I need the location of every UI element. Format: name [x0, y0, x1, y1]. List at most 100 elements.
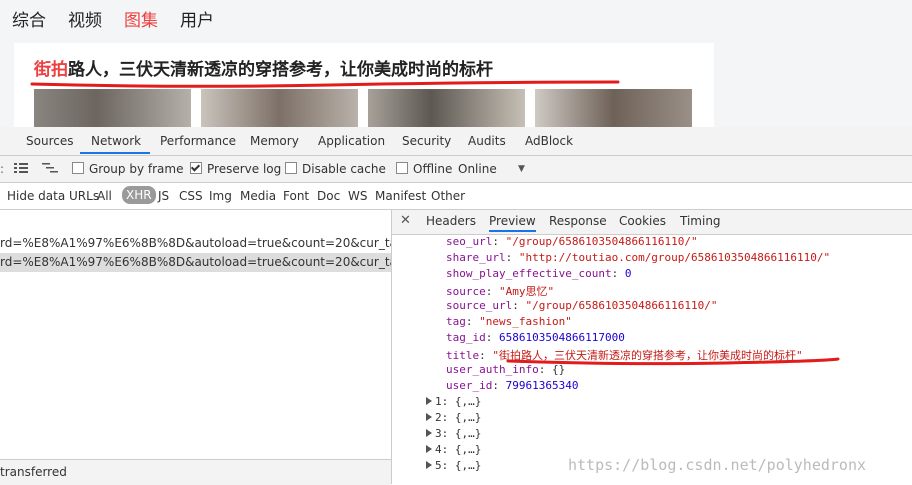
request-details: ✕ Headers Preview Response Cookies Timin…: [392, 210, 912, 484]
expand-triangle-icon[interactable]: [426, 413, 432, 421]
json-key: title: [446, 349, 480, 362]
filter-css[interactable]: CSS: [179, 189, 203, 203]
filter-font[interactable]: Font: [283, 189, 309, 203]
gallery-card[interactable]: 街拍路人，三伏天清新透凉的穿搭参考，让你美成时尚的标杆: [14, 43, 714, 127]
request-list: rd=%E8%A1%97%E6%8B%8D&autoload=true&coun…: [0, 210, 392, 485]
disable-cache-checkbox[interactable]: [285, 162, 297, 174]
filter-other[interactable]: Other: [431, 189, 465, 203]
json-key: seo_url: [446, 235, 493, 248]
site-nav: 综合 视频 图集 用户: [12, 6, 214, 31]
json-key: source_url: [446, 299, 513, 312]
filter-manifest[interactable]: Manifest: [375, 189, 426, 203]
tab-audits[interactable]: Audits: [468, 134, 506, 148]
json-collapsed-item[interactable]: 5: {,…}: [426, 459, 481, 472]
thumbnail-image[interactable]: [535, 89, 692, 127]
preserve-log-label: Preserve log: [207, 162, 282, 176]
json-property[interactable]: source: "Amy思忆": [446, 283, 554, 299]
tab-cookies[interactable]: Cookies: [619, 214, 666, 228]
tab-memory[interactable]: Memory: [250, 134, 299, 148]
tab-sources[interactable]: Sources: [26, 134, 73, 148]
expand-triangle-icon[interactable]: [426, 445, 432, 453]
tab-network[interactable]: Network: [91, 134, 141, 148]
tab-application[interactable]: Application: [318, 134, 385, 148]
hide-data-urls-toggle[interactable]: Hide data URLs: [7, 189, 99, 203]
json-value: "/group/6586103504866116110/": [525, 299, 718, 312]
json-key: show_play_effective_count: [446, 267, 612, 280]
request-row[interactable]: rd=%E8%A1%97%E6%8B%8D&autoload=true&coun…: [0, 234, 391, 253]
json-property[interactable]: tag: "news_fashion": [446, 315, 572, 328]
offline-toggle[interactable]: Offline: [396, 162, 452, 176]
json-item-label: 1: {,…}: [435, 395, 482, 408]
offline-checkbox[interactable]: [396, 162, 408, 174]
filter-js[interactable]: JS: [158, 189, 169, 203]
nav-item-all[interactable]: 综合: [12, 6, 46, 31]
request-row[interactable]: rd=%E8%A1%97%E6%8B%8D&autoload=true&coun…: [0, 253, 391, 272]
json-property[interactable]: share_url: "http://toutiao.com/group/658…: [446, 251, 830, 264]
json-item-label: 2: {,…}: [435, 411, 482, 424]
json-value: "http://toutiao.com/group/65861035048661…: [518, 251, 831, 264]
filter-media[interactable]: Media: [240, 189, 276, 203]
json-property[interactable]: user_id: 79961365340: [446, 379, 578, 392]
json-collapsed-item[interactable]: 4: {,…}: [426, 443, 481, 456]
disable-cache-toggle[interactable]: Disable cache: [285, 162, 386, 176]
json-key: user_id: [446, 379, 493, 392]
tab-response[interactable]: Response: [549, 214, 607, 228]
status-bar: transferred: [0, 459, 391, 485]
preserve-log-toggle[interactable]: Preserve log: [190, 162, 281, 176]
disable-cache-label: Disable cache: [302, 162, 386, 176]
thumbnail-image[interactable]: [34, 89, 191, 127]
watermark-text: https://blog.csdn.net/polyhedronx: [568, 456, 867, 474]
filter-doc[interactable]: Doc: [317, 189, 340, 203]
offline-label: Offline: [413, 162, 453, 176]
tab-adblock[interactable]: AdBlock: [525, 134, 573, 148]
json-key: share_url: [446, 251, 506, 264]
json-key: tag: [446, 315, 466, 328]
group-by-frame-checkbox[interactable]: [72, 162, 84, 174]
json-value: 0: [624, 267, 632, 280]
json-key: tag_id: [446, 331, 486, 344]
devtools-tabbar: Sources Network Performance Memory Appli…: [0, 127, 912, 156]
filter-ws[interactable]: WS: [348, 189, 367, 203]
json-property[interactable]: show_play_effective_count: 0: [446, 267, 631, 280]
json-collapsed-item[interactable]: 2: {,…}: [426, 411, 481, 424]
json-collapsed-item[interactable]: 3: {,…}: [426, 427, 481, 440]
filter-xhr[interactable]: XHR: [122, 186, 156, 204]
tab-performance[interactable]: Performance: [160, 134, 236, 148]
filter-img[interactable]: Img: [209, 189, 232, 203]
large-rows-icon[interactable]: [14, 162, 28, 177]
filter-icon[interactable]: :: [0, 162, 4, 176]
thumbnail-image[interactable]: [368, 89, 525, 127]
overview-icon[interactable]: [42, 162, 58, 177]
status-text: transferred: [0, 465, 67, 479]
close-icon[interactable]: ✕: [400, 213, 411, 228]
nav-item-user[interactable]: 用户: [180, 6, 214, 31]
throttling-select[interactable]: Online: [458, 162, 497, 176]
tab-security[interactable]: Security: [402, 134, 451, 148]
nav-item-gallery[interactable]: 图集: [124, 6, 158, 31]
thumbnail-strip: [34, 89, 692, 127]
throttling-value: Online: [458, 162, 497, 176]
filter-all[interactable]: All: [97, 189, 112, 203]
expand-triangle-icon[interactable]: [426, 429, 432, 437]
json-value: "/group/6586103504866116110/": [505, 235, 698, 248]
tab-timing[interactable]: Timing: [680, 214, 721, 228]
tab-preview[interactable]: Preview: [489, 214, 536, 232]
json-property[interactable]: source_url: "/group/6586103504866116110/…: [446, 299, 718, 312]
json-property[interactable]: seo_url: "/group/6586103504866116110/": [446, 235, 698, 248]
preserve-log-checkbox[interactable]: [190, 162, 202, 174]
thumbnail-image[interactable]: [201, 89, 358, 127]
tab-headers[interactable]: Headers: [426, 214, 476, 228]
red-underline-annotation: [30, 80, 620, 88]
active-tab-indicator: [80, 152, 150, 154]
json-item-label: 4: {,…}: [435, 443, 482, 456]
json-collapsed-item[interactable]: 1: {,…}: [426, 395, 481, 408]
group-by-frame-label: Group by frame: [89, 162, 184, 176]
json-value: 79961365340: [505, 379, 579, 392]
json-property[interactable]: tag_id: 6586103504866117000: [446, 331, 625, 344]
red-underline-annotation: [506, 357, 840, 366]
expand-triangle-icon[interactable]: [426, 397, 432, 405]
chevron-down-icon[interactable]: ▼: [518, 164, 525, 174]
nav-item-video[interactable]: 视频: [68, 6, 102, 31]
group-by-frame-toggle[interactable]: Group by frame: [72, 162, 183, 176]
expand-triangle-icon[interactable]: [426, 461, 432, 469]
